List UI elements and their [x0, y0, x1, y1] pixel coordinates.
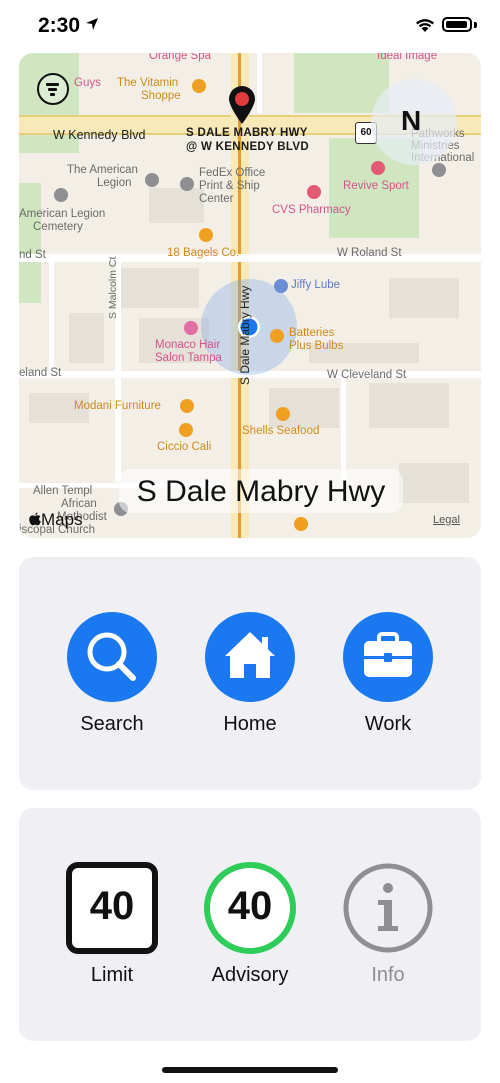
map-label-jiffy: Jiffy Lube	[291, 279, 341, 291]
map-label-vitamin-1: The Vitamin	[117, 77, 179, 89]
map-label-vitamin-2: Shoppe	[141, 90, 181, 102]
battery-tip	[474, 22, 477, 28]
compass-north-label: N	[401, 105, 422, 136]
battery-icon	[442, 17, 472, 32]
home-indicator[interactable]	[162, 1067, 338, 1073]
filter-line-3	[50, 93, 55, 96]
legal-link[interactable]: Legal	[433, 514, 460, 526]
map-label-cemetery-2: Cemetery	[33, 221, 83, 233]
speed-panel: 40 Limit 40 Advisory Info	[19, 808, 481, 1041]
map-label-cleveland-east: W Cleveland St	[327, 369, 407, 381]
speed-limit-sign[interactable]: 40	[66, 862, 158, 954]
map-label-bagels: 18 Bagels Co.	[167, 247, 240, 259]
quick-actions-panel: Search Home Work	[19, 557, 481, 790]
status-bar: 2:30	[0, 0, 500, 52]
map-label-monaco-1: Monaco Hair	[155, 339, 221, 351]
map-label-roland-east: W Roland St	[337, 247, 402, 259]
status-time: 2:30	[38, 14, 81, 37]
map-label-allen-2: African	[61, 498, 97, 510]
map-label-revive: Revive Sport	[343, 180, 409, 192]
map-label-legion-2: Legion	[97, 177, 132, 189]
map-label-cvs: CVS Pharmacy	[272, 204, 351, 216]
info-button[interactable]	[342, 862, 434, 954]
magnifying-glass-icon	[87, 632, 136, 681]
map-label-dale-vertical: S Dale Mabry Hwy	[238, 285, 252, 385]
work-button[interactable]	[343, 612, 433, 702]
map-label-orange-spa: Orange Spa	[149, 53, 212, 62]
maps-brand-text: Maps	[41, 510, 83, 529]
map-label-fedex-1: FedEx Office	[199, 167, 266, 179]
map-label-cleveland-west: eland St	[19, 367, 62, 379]
map-label-monaco-2: Salon Tampa	[155, 352, 222, 364]
home-button[interactable]	[205, 612, 295, 702]
street-banner: S Dale Mabry Hwy	[119, 469, 403, 513]
map-label-modani: Modani Furniture	[74, 400, 161, 412]
map-label-batteries-1: Batteries	[289, 327, 335, 339]
map-label-guys: Guys	[74, 77, 101, 89]
map-label-cemetery-1: American Legion	[19, 208, 106, 220]
advisory-speed-sign[interactable]: 40	[204, 862, 296, 954]
map-label-fedex-3: Center	[199, 193, 234, 205]
filter-button[interactable]	[37, 73, 69, 105]
marker-label-line1: S DALE MABRY HWY	[186, 127, 308, 139]
compass-button[interactable]: N	[371, 79, 457, 165]
info-icon	[343, 863, 433, 953]
map-label-malcolm: S Malcolm Ct	[107, 256, 119, 319]
current-street-name: S Dale Mabry Hwy	[136, 475, 386, 508]
briefcase-icon	[364, 632, 412, 677]
map-label-ideal-image: Ideal Image	[377, 53, 438, 62]
speed-limit-label: Limit	[90, 964, 134, 986]
map-label-ciccio: Ciccio Cali	[157, 441, 212, 453]
maps-brand: Maps	[29, 510, 83, 530]
filter-line-2	[48, 88, 57, 91]
house-icon	[225, 632, 275, 678]
location-arrow-icon	[86, 18, 98, 30]
map-label-legion-1: The American	[67, 164, 138, 176]
speed-limit-value: 40	[89, 884, 135, 928]
search-button[interactable]	[67, 612, 157, 702]
map-label-shells: Shells Seafood	[242, 425, 320, 437]
map-label-fedex-2: Print & Ship	[199, 180, 260, 192]
apple-logo-icon	[29, 512, 41, 526]
search-label: Search	[80, 713, 144, 735]
info-label: Info	[371, 964, 405, 986]
advisory-speed-value: 40	[227, 884, 273, 928]
map-label-batteries-2: Plus Bulbs	[289, 340, 344, 352]
home-label: Home	[223, 713, 277, 735]
map-label-kennedy: W Kennedy Blvd	[53, 128, 146, 142]
work-label: Work	[364, 713, 412, 735]
wifi-icon	[416, 19, 434, 32]
map-label-roland-west: nd St	[19, 249, 46, 261]
filter-line-1	[46, 83, 59, 86]
marker-label-line2: @ W KENNEDY BLVD	[186, 141, 309, 153]
advisory-label: Advisory	[211, 964, 289, 986]
map-view[interactable]: 60 Guys The Vitamin Shoppe Orange Spa Id…	[19, 53, 481, 538]
map-label-allen-1: Allen Templ	[33, 485, 93, 497]
